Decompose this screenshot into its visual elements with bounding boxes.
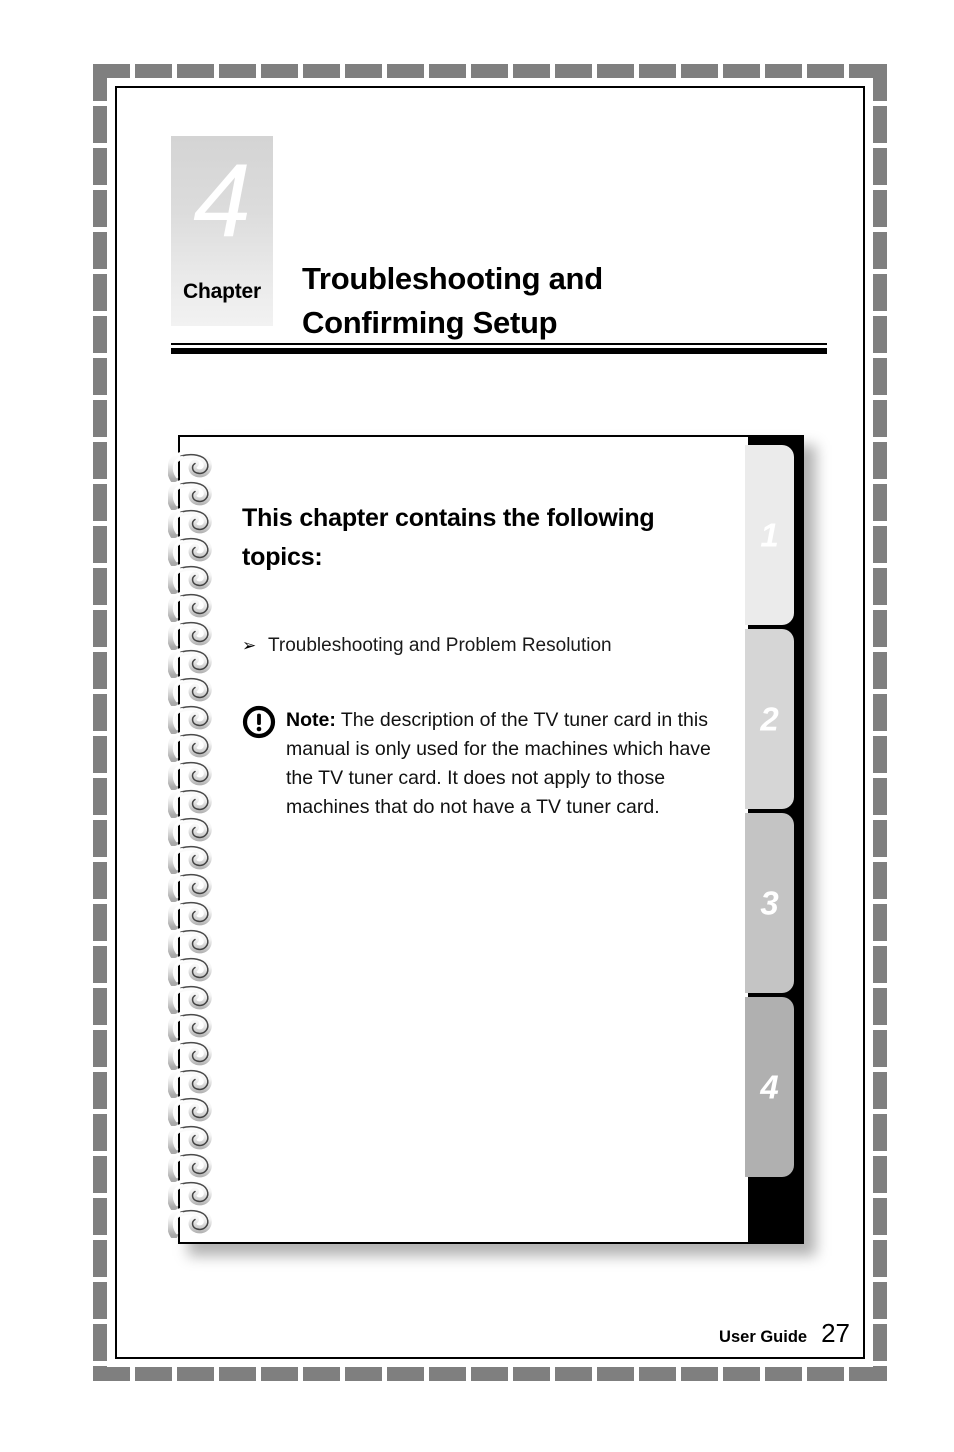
notebook-page: 1 2 3 4 This chapter contains the following… <box>178 435 804 1244</box>
spiral-binding <box>167 450 228 1252</box>
topic-list: ➢ Troubleshooting and Problem Resolution <box>242 633 732 659</box>
spiral-coil <box>167 478 220 511</box>
spiral-coil <box>167 674 220 707</box>
spiral-coil <box>167 1206 220 1239</box>
page-footer: User Guide 27 <box>520 1318 850 1349</box>
spiral-coil <box>167 1010 220 1043</box>
spiral-coil <box>167 1122 220 1155</box>
note-label: Note: <box>286 709 336 731</box>
spiral-coil <box>167 1150 220 1183</box>
chapter-badge: 4 Chapter <box>171 136 273 326</box>
contains-heading: This chapter contains the following topi… <box>242 499 732 577</box>
spiral-coil <box>167 898 220 931</box>
spiral-coil <box>167 786 220 819</box>
spiral-coil <box>167 814 220 847</box>
frame-dash-bottom <box>93 1367 887 1381</box>
spiral-coil <box>167 842 220 875</box>
arrow-bullet-icon: ➢ <box>242 636 257 655</box>
spiral-coil <box>167 758 220 791</box>
list-item[interactable]: ➢ Troubleshooting and Problem Resolution <box>242 633 732 659</box>
note-callout: Note: The description of the TV tuner ca… <box>242 703 732 822</box>
spiral-coil <box>167 646 220 679</box>
index-tab-3[interactable]: 3 <box>745 813 794 993</box>
index-tab-label: 2 <box>760 700 779 738</box>
index-tab-1[interactable]: 1 <box>745 445 794 625</box>
spiral-coil <box>167 982 220 1015</box>
chapter-header: 4 Chapter Troubleshooting and Confirming… <box>171 136 827 356</box>
spiral-coil <box>167 1178 220 1211</box>
index-tab-label: 4 <box>760 1068 779 1106</box>
chapter-number: 4 <box>193 143 251 259</box>
chapter-label: Chapter <box>183 280 261 303</box>
spiral-coil <box>167 450 220 483</box>
spiral-coil <box>167 870 220 903</box>
spiral-coil <box>167 702 220 735</box>
spiral-coil <box>167 1038 220 1071</box>
note-text: Note: The description of the TV tuner ca… <box>286 703 732 822</box>
chapter-title-line-1: Troubleshooting and <box>302 260 603 296</box>
contains-heading-line-1: This chapter contains the following <box>242 504 655 532</box>
spiral-coil <box>167 926 220 959</box>
spiral-coil <box>167 590 220 623</box>
chapter-title-line-2: Confirming Setup <box>302 304 558 340</box>
frame-dash-top <box>93 64 887 78</box>
spiral-coil <box>167 954 220 987</box>
spiral-coil <box>167 534 220 567</box>
index-tab-label: 3 <box>760 884 779 922</box>
contains-heading-line-2: topics: <box>242 543 323 571</box>
index-tab-4[interactable]: 4 <box>745 997 794 1177</box>
spiral-coil <box>167 618 220 651</box>
spiral-coil <box>167 506 220 539</box>
notebook-panel: 1 2 3 4 This chapter contains the following… <box>178 435 816 1256</box>
footer-label: User Guide <box>719 1328 808 1346</box>
spiral-coil <box>167 562 220 595</box>
note-body: The description of the TV tuner card in … <box>286 709 711 818</box>
index-tab-label: 1 <box>760 516 779 554</box>
page-title: Troubleshooting and Confirming Setup <box>302 257 822 345</box>
topic-label: Troubleshooting and Problem Resolution <box>268 635 612 656</box>
title-divider <box>171 343 827 354</box>
frame-dash-right <box>873 64 887 1381</box>
notebook-content: This chapter contains the following topi… <box>242 499 732 822</box>
page-number: 27 <box>821 1318 850 1348</box>
title-divider-thick-line <box>171 348 827 354</box>
spiral-coil <box>167 730 220 763</box>
exclamation-circle-icon <box>242 703 286 744</box>
spiral-coil <box>167 1094 220 1127</box>
spiral-coil <box>167 1066 220 1099</box>
index-tab-2[interactable]: 2 <box>745 629 794 809</box>
frame-dash-left <box>93 64 107 1381</box>
